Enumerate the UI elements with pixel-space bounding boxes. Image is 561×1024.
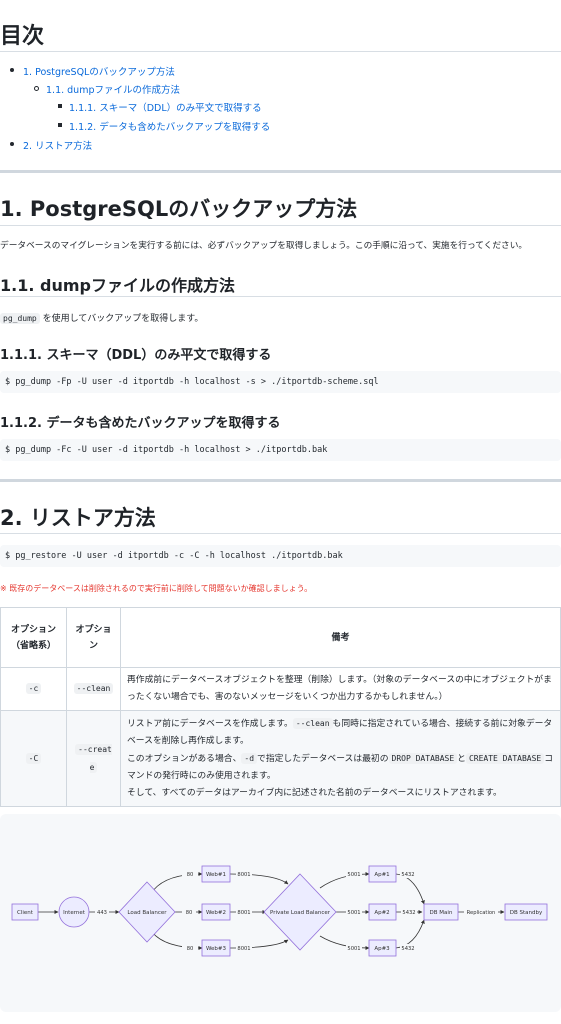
toc-item: 1.1.2. データも含めたバックアップを取得する (58, 119, 270, 133)
table-header: 備考 (120, 607, 561, 668)
edge-label: 80 (187, 872, 194, 878)
section1-1-title: 1.1. dumpファイルの作成方法 (0, 276, 235, 295)
code-block-restore: $ pg_restore -U user -d itportdb -c -C -… (0, 545, 561, 567)
node-label: DB Main (430, 910, 453, 916)
node-label: Ap#3 (374, 946, 390, 952)
section1-1-1-title: 1.1.1. スキーマ（DDL）のみ平文で取得する (0, 348, 272, 363)
edge-label: 8001 (237, 910, 250, 916)
toc-link-section1-1[interactable]: 1.1. dumpファイルの作成方法 (46, 85, 180, 96)
bullet-disc-icon (10, 142, 14, 146)
node-label: Ap#1 (374, 872, 389, 878)
section1-title-rule (0, 225, 561, 226)
toc-item: 1.1. dumpファイルの作成方法 (34, 82, 180, 96)
section2-title-rule (0, 533, 561, 534)
section1-1-text: pg_dump を使用してバックアップを取得します。 (0, 311, 203, 324)
node-label: Web#1 (206, 872, 226, 878)
toc-title-rule (0, 51, 561, 52)
node-label: DB Standby (510, 910, 543, 916)
option-short-cell: -c (0, 667, 67, 711)
toc-link-section1[interactable]: 1. PostgreSQLのバックアップ方法 (23, 67, 175, 78)
bullet-square-icon (58, 123, 62, 127)
option-note-cell: 再作成前にデータベースオブジェクトを整理（削除）します。（対象のデータベースの中… (120, 667, 561, 711)
edge-label: 80 (187, 946, 194, 952)
toc-item: 1.1.1. スキーマ（DDL）のみ平文で取得する (58, 100, 262, 114)
node-label: Load Balancer (127, 910, 167, 916)
node-label: Web#3 (206, 946, 227, 952)
table-row: -c --clean 再作成前にデータベースオブジェクトを整理（削除）します。（… (0, 667, 561, 711)
edge-label: 443 (97, 910, 107, 916)
section1-intro: データベースのマイグレーションを実行する前には、必ずバックアップを取得しましょう… (0, 241, 528, 251)
edge-label: 5432 (402, 910, 415, 916)
table-header: オプション（省略系） (0, 607, 67, 668)
warning-note: ※ 既存のデータベースは削除されるので実行前に削除して問題ないか確認しましょう。 (0, 584, 313, 593)
options-table: オプション（省略系） オプション 備考 -c --clean 再作成前にデータベ… (0, 607, 561, 807)
edge-ap3-dbmain (395, 919, 425, 949)
section-divider (0, 170, 561, 173)
edge-label: 8001 (237, 872, 250, 878)
section1-title: 1. PostgreSQLのバックアップ方法 (0, 197, 358, 221)
option-short-cell: -C (0, 710, 67, 807)
section1-1-title-rule (0, 296, 561, 297)
option-long-cell: --clean (66, 667, 121, 711)
toc-link-section1-1-2[interactable]: 1.1.2. データも含めたバックアップを取得する (69, 122, 270, 133)
node-label: Client (17, 910, 34, 916)
toc-item: 2. リストア方法 (10, 138, 92, 152)
table-header-row: オプション（省略系） オプション 備考 (0, 607, 561, 668)
edge-label: 5432 (401, 946, 414, 952)
code-block-full-dump: $ pg_dump -Fc -U user -d itportdb -h loc… (0, 439, 561, 461)
section-divider (0, 479, 561, 482)
edge-label: 5001 (347, 946, 360, 952)
edge-label: 5432 (401, 872, 414, 878)
section1-1-2-title: 1.1.2. データも含めたバックアップを取得する (0, 416, 281, 431)
bullet-circle-icon (34, 86, 39, 91)
bullet-disc-icon (10, 68, 14, 72)
inline-code: pg_dump (0, 313, 40, 324)
edge-label: Replication (467, 910, 496, 916)
node-label: Ap#2 (374, 910, 389, 916)
toc-link-section2[interactable]: 2. リストア方法 (23, 141, 92, 152)
bullet-square-icon (58, 104, 62, 108)
option-note-cell: リストア前にデータベースを作成します。 --clean も同時に指定されている場合、… (120, 710, 561, 807)
node-label: Private Load Balancer (270, 910, 331, 916)
edge-label: 5001 (347, 872, 360, 878)
edge-label: 5001 (347, 910, 360, 916)
table-header: オプション (66, 607, 121, 668)
edge-label: 80 (186, 910, 193, 916)
edge-ap1-dbmain (395, 873, 425, 905)
table-row: -C --create リストア前にデータベースを作成します。 --clean も同… (0, 710, 561, 807)
node-label: Web#2 (206, 910, 226, 916)
section2-title: 2. リストア方法 (0, 506, 156, 530)
architecture-diagram-svg: 443 80 80 80 8001 8001 8001 5001 5001 50… (11, 865, 548, 957)
option-long-cell: --create (66, 710, 121, 807)
toc-item: 1. PostgreSQLのバックアップ方法 (10, 64, 175, 78)
toc-title: 目次 (0, 24, 45, 49)
architecture-diagram: 443 80 80 80 8001 8001 8001 5001 5001 50… (0, 814, 561, 1012)
toc-link-section1-1-1[interactable]: 1.1.1. スキーマ（DDL）のみ平文で取得する (69, 103, 262, 114)
edge-label: 8001 (237, 946, 250, 952)
node-label: Internet (63, 910, 86, 916)
code-block-schema-dump: $ pg_dump -Fp -U user -d itportdb -h loc… (0, 371, 561, 393)
